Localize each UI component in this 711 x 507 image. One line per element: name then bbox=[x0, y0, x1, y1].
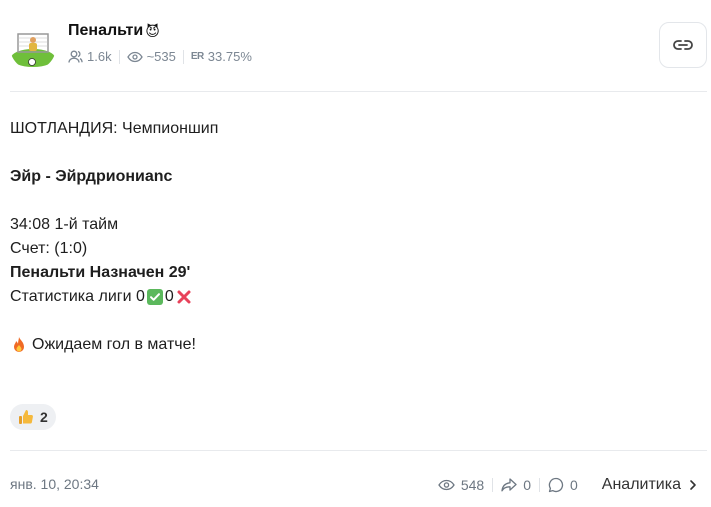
comments-counter[interactable]: 0 bbox=[548, 477, 578, 493]
stats-divider bbox=[118, 49, 120, 64]
cross-icon bbox=[176, 289, 192, 305]
post-line-league: ШОТЛАНДИЯ: Чемпионшип bbox=[10, 120, 219, 137]
footer-stats: 548 0 0 Аналитика bbox=[438, 473, 697, 497]
post-footer: янв. 10, 20:34 548 0 0 Аналитика bbox=[10, 473, 707, 497]
post-text: ШОТЛАНДИЯ: Чемпионшип Эйр - Эйрдриониаnс… bbox=[10, 117, 700, 357]
reaction-count: 2 bbox=[40, 409, 48, 425]
eye-icon bbox=[438, 479, 455, 491]
subscribers-icon bbox=[68, 50, 83, 63]
shares-count: 0 bbox=[523, 477, 531, 493]
er-label: ER bbox=[190, 51, 204, 62]
er-stat: ER 33.75% bbox=[191, 49, 252, 64]
copy-link-button[interactable] bbox=[659, 22, 707, 68]
chevron-right-icon bbox=[690, 480, 696, 490]
post-line-match: Эйр - Эйрдриониаnс bbox=[10, 168, 173, 185]
channel-avatar[interactable] bbox=[10, 24, 56, 70]
comment-icon bbox=[548, 477, 564, 493]
reaction-thumbs-up[interactable]: 2 bbox=[10, 404, 56, 430]
subscribers-count: 1.6k bbox=[87, 49, 112, 64]
views-counter: 548 bbox=[438, 477, 484, 493]
post-line-score: Счет: (1:0) bbox=[10, 240, 88, 257]
channel-title[interactable]: Пенальти 😈 bbox=[68, 22, 160, 40]
footer-divider bbox=[10, 450, 707, 451]
channel-stats: 1.6k ~535 ER 33.75% bbox=[68, 49, 252, 64]
views-stat: ~535 bbox=[126, 49, 176, 64]
fire-icon bbox=[14, 337, 24, 352]
thumbs-up-icon bbox=[19, 410, 33, 424]
er-value: 33.75% bbox=[207, 49, 252, 64]
subscribers-stat: 1.6k bbox=[68, 49, 112, 64]
views-average: ~535 bbox=[146, 49, 176, 64]
share-icon bbox=[501, 478, 517, 492]
footer-divider-v bbox=[492, 478, 494, 492]
footer-divider-v bbox=[539, 478, 540, 492]
views-count: 548 bbox=[460, 477, 485, 493]
analytics-link[interactable]: Аналитика bbox=[602, 476, 697, 494]
link-icon bbox=[673, 40, 693, 50]
devil-emoji-icon: 😈 bbox=[145, 22, 160, 39]
check-icon bbox=[146, 289, 163, 305]
expect-text: Ожидаем гол в матче! bbox=[32, 336, 196, 353]
comments-count: 0 bbox=[570, 477, 578, 493]
post-line-expect: Ожидаем гол в матче! bbox=[10, 333, 700, 357]
eye-icon bbox=[126, 51, 143, 62]
post-line-stats: Статистика лиги 0 0 bbox=[10, 285, 700, 309]
channel-name-text: Пенальти bbox=[68, 22, 144, 39]
header-divider bbox=[10, 91, 707, 92]
post-line-penalty: Пенальти Назначен 29' bbox=[10, 264, 191, 281]
stats-mid: 0 bbox=[164, 288, 174, 305]
stats-prefix: Статистика лиги 0 bbox=[10, 288, 145, 305]
stats-divider bbox=[182, 49, 184, 64]
channel-header: Пенальти 😈 1.6k ~535 ER 33.75% bbox=[10, 18, 707, 78]
analytics-label: Аналитика bbox=[601, 476, 681, 493]
post-date: янв. 10, 20:34 bbox=[10, 476, 99, 492]
post-line-time: 34:08 1-й тайм bbox=[10, 216, 119, 233]
shares-counter[interactable]: 0 bbox=[501, 477, 531, 493]
